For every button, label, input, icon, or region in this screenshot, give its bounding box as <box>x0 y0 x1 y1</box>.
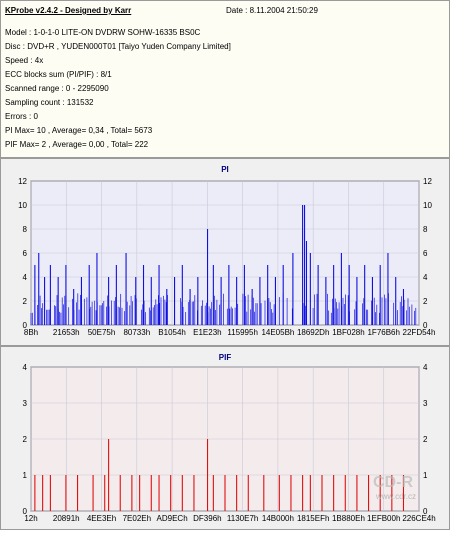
pif-x-tick: AD9ECh <box>157 514 188 523</box>
app-title: KProbe v2.4.2 - Designed by Karr <box>5 6 132 15</box>
pif-x-tick: 1815EFh <box>297 514 329 523</box>
pif-x-tick: DF396h <box>193 514 221 523</box>
pi-y-tick-left: 6 <box>23 249 28 258</box>
pif-y-tick-left: 2 <box>23 435 28 444</box>
pi-chart-panel: PI 0 0 2 2 4 4 6 6 8 8 10 10 12 12 8Bh 21653h 50E75h 80733… <box>0 158 450 346</box>
pif-y-tick-right: 4 <box>423 363 428 372</box>
pi-y-tick-left: 4 <box>23 273 28 282</box>
pif-y-tick-right: 2 <box>423 435 428 444</box>
pif-chart-panel: PIF 0 0 1 1 2 2 3 3 4 4 12h 20891h 4EE3Eh 7E02Eh AD9ECh… <box>0 346 450 530</box>
info-panel: KProbe v2.4.2 - Designed by Karr Date : … <box>0 0 450 158</box>
pif-y-tick-left: 1 <box>23 471 28 480</box>
pif-x-tick: 1EFB00h <box>367 514 400 523</box>
pi-y-tick-right: 10 <box>423 201 432 210</box>
scan-date: Date : 8.11.2004 21:50:29 <box>226 6 318 15</box>
pi-x-tick: 22FD54h <box>403 328 436 337</box>
pif-x-tick: 14B000h <box>262 514 294 523</box>
pif-x-tick: 226CE4h <box>402 514 435 523</box>
info-pif-stats: PIF Max= 2 , Average= 0,00 , Total= 222 <box>5 140 149 149</box>
pi-y-tick-left: 12 <box>18 177 27 186</box>
pi-y-tick-right: 4 <box>423 273 428 282</box>
pi-y-tick-left: 8 <box>23 225 28 234</box>
info-ecc-blocks: ECC blocks sum (PI/PIF) : 8/1 <box>5 70 112 79</box>
pi-x-tick: 1BF028h <box>332 328 364 337</box>
pif-x-tick: 7E02Eh <box>123 514 151 523</box>
pif-x-tick: 1130E7h <box>227 514 258 523</box>
pif-x-tick: 1B880Eh <box>332 514 365 523</box>
pi-chart: PI0 02 24 46 68 810 1012 128Bh 21653h 50E75h 80733… <box>18 165 436 337</box>
pi-x-tick: 18692Dh <box>297 328 329 337</box>
pif-y-tick-right: 3 <box>423 399 428 408</box>
pi-x-tick: 80733h <box>123 328 150 337</box>
pi-title: PI <box>221 165 229 174</box>
info-scanned-range: Scanned range : 0 - 2295090 <box>5 84 109 93</box>
pi-y-tick-right: 12 <box>423 177 432 186</box>
info-sampling-count: Sampling count : 131532 <box>5 98 94 107</box>
pif-x-tick: 4EE3Eh <box>87 514 116 523</box>
pi-y-tick-left: 2 <box>23 297 28 306</box>
pi-y-tick-right: 8 <box>423 225 428 234</box>
pi-x-tick: 14E05Bh <box>261 328 294 337</box>
pi-x-tick: 8Bh <box>24 328 38 337</box>
pif-x-tick: 20891h <box>53 514 80 523</box>
pi-x-tick: 50E75h <box>88 328 116 337</box>
info-disc: Disc : DVD+R , YUDEN000T01 [Taiyo Yuden … <box>5 42 231 51</box>
info-errors: Errors : 0 <box>5 112 38 121</box>
info-pi-stats: PI Max= 10 , Average= 0,34 , Total= 5673 <box>5 126 153 135</box>
pi-x-tick: E1E23h <box>193 328 221 337</box>
pif-y-tick-left: 3 <box>23 399 28 408</box>
pi-x-tick: 21653h <box>53 328 80 337</box>
watermark-logo: CD-R <box>373 474 413 491</box>
pi-y-tick-right: 2 <box>423 297 428 306</box>
info-speed: Speed : 4x <box>5 56 44 65</box>
pif-title: PIF <box>219 353 232 362</box>
pi-y-tick-left: 10 <box>18 201 27 210</box>
pif-x-tick: 12h <box>24 514 37 523</box>
pi-y-tick-right: 6 <box>423 249 428 258</box>
pif-y-tick-right: 1 <box>423 471 428 480</box>
pi-x-tick: 115995h <box>227 328 258 337</box>
pi-x-tick: 1F76B6h <box>367 328 399 337</box>
pif-y-tick-left: 4 <box>23 363 28 372</box>
pif-chart: PIF0 01 12 23 34 412h 20891h 4EE3Eh 7E02Eh AD9ECh… <box>23 353 436 523</box>
watermark-url: www.cdr.cz <box>375 492 416 501</box>
info-model: Model : 1-0-1-0 LITE-ON DVDRW SOHW-16335… <box>5 28 201 37</box>
pi-x-tick: B1054h <box>158 328 186 337</box>
